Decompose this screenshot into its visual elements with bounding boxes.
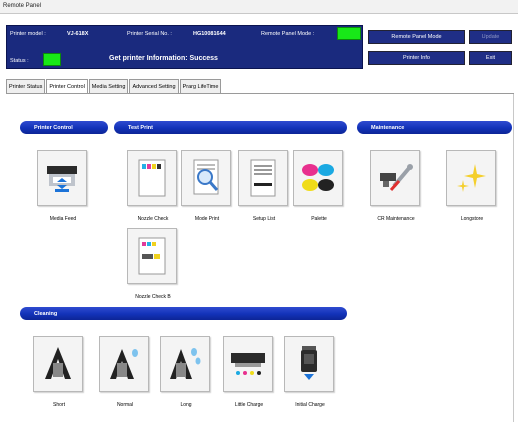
nozzle-check-b-tool[interactable]: Nozzle Check B [127,228,179,300]
cr-maintenance-button[interactable] [370,150,420,206]
longstore-button[interactable] [446,150,496,206]
section-maintenance: Maintenance [357,121,512,134]
setup-list-tool[interactable]: Setup List [238,150,290,222]
remote-mode-label: Remote Panel Mode : [261,31,315,37]
remote-mode-indicator [337,27,361,40]
exit-button[interactable]: Exit [469,51,512,65]
setup-list-icon [250,159,276,197]
longstore-tool[interactable]: Longstore [446,150,498,222]
little-charge-tool[interactable]: Little Charge [223,336,275,408]
cr-maintenance-label: CR Maintenance [377,216,415,222]
longstore-label: Longstore [460,216,484,222]
printer-info-button[interactable]: Printer Info [368,51,465,65]
little-charge-button[interactable] [223,336,273,392]
remote-panel-mode-button[interactable]: Remote Panel Mode [368,30,465,44]
mode-print-tool[interactable]: Mode Print [181,150,233,222]
sparkle-icon [457,164,486,192]
media-feed-icon [47,166,77,192]
tab-bar: Printer Status Printer Control Media Set… [6,79,222,94]
title-bar: Remote Panel [0,0,518,14]
short-clean-button[interactable] [33,336,83,392]
nozzle-check-b-label: Nozzle Check B [135,294,171,300]
mode-print-button[interactable] [181,150,231,206]
nozzle-check-button[interactable] [127,150,177,206]
tab-printer-status[interactable]: Printer Status [6,79,46,93]
nozzle-check-b-icon [138,237,166,275]
printer-info-panel: Printer model : VJ-618X Printer Serial N… [6,25,363,69]
brush-icon [45,347,71,379]
tab-prarg-lifetime[interactable]: Prarg LifeTime [179,79,222,93]
mode-print-label: Mode Print [194,216,220,222]
ink-bottle-icon [301,346,317,380]
normal-clean-label: Normal [116,402,134,408]
little-charge-label: Little Charge [234,402,264,408]
section-test-print: Test Print [114,121,347,134]
magnifier-icon [193,159,219,195]
palette-tool[interactable]: Palette [293,150,345,222]
status-label: Status : [10,58,29,64]
initial-charge-tool[interactable]: Initial Charge [284,336,336,408]
tab-advanced-setting[interactable]: Advanced Setting [129,79,179,93]
setup-list-button[interactable] [238,150,288,206]
brush-drops-icon [170,348,201,379]
section-printer-control: Printer Control [20,121,108,134]
long-clean-label: Long [180,402,192,408]
short-clean-tool[interactable]: Short [33,336,85,408]
palette-button[interactable] [293,150,343,206]
palette-icon [302,164,334,191]
nozzle-check-icon [138,159,166,197]
serial-value: HG10081644 [193,31,226,37]
normal-clean-tool[interactable]: Normal [99,336,151,408]
long-clean-tool[interactable]: Long [160,336,212,408]
tab-divider [6,93,514,94]
normal-clean-button[interactable] [99,336,149,392]
window-title: Remote Panel [3,3,42,9]
serial-label: Printer Serial No. : [127,31,172,37]
section-cleaning: Cleaning [20,307,347,320]
brush-drop-icon [110,349,138,379]
media-feed-label: Media Feed [49,216,77,222]
long-clean-button[interactable] [160,336,210,392]
content-border [513,94,514,422]
ink-charge-icon [231,353,265,375]
nozzle-check-b-button[interactable] [127,228,177,284]
setup-list-label: Setup List [252,216,276,222]
initial-charge-label: Initial Charge [295,402,325,408]
nozzle-check-label: Nozzle Check [137,216,169,222]
status-indicator [43,53,61,66]
tab-printer-control[interactable]: Printer Control [46,79,88,94]
status-text: Get printer Information: Success [109,55,218,62]
media-feed-button[interactable] [37,150,87,206]
initial-charge-button[interactable] [284,336,334,392]
cr-maintenance-tool[interactable]: CR Maintenance [370,150,422,222]
tab-media-setting[interactable]: Media Setting [88,79,129,93]
wrench-icon [380,164,413,191]
nozzle-check-tool[interactable]: Nozzle Check [127,150,179,222]
palette-label: Palette [311,216,327,222]
printer-model-label: Printer model : [10,31,46,37]
update-button[interactable]: Update [469,30,512,44]
printer-model-value: VJ-618X [67,31,89,37]
short-clean-label: Short [53,402,65,408]
media-feed-tool[interactable]: Media Feed [37,150,89,222]
